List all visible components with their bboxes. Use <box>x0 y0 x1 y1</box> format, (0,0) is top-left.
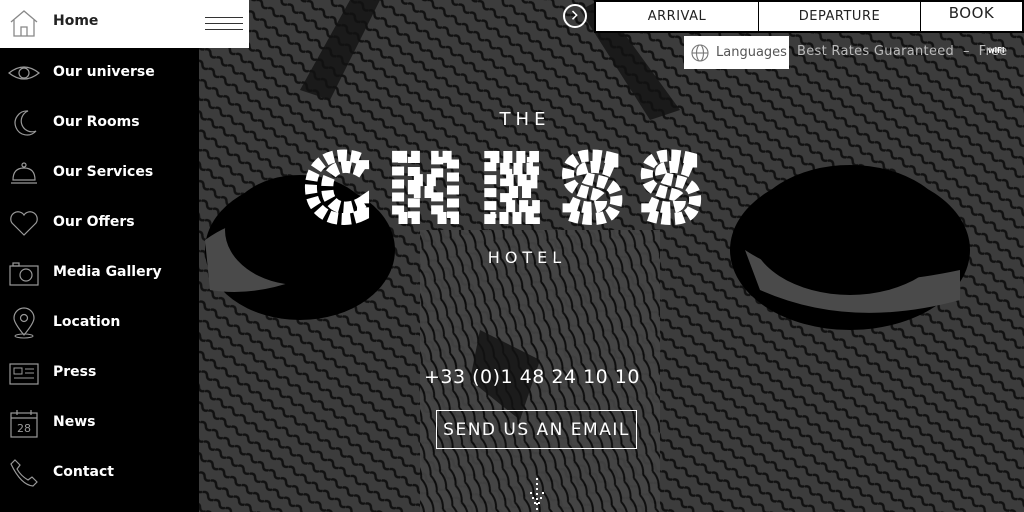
hamburger-menu-button[interactable] <box>205 17 243 33</box>
sidebar-item-label: Location <box>53 314 121 330</box>
scroll-down-icon[interactable] <box>521 476 553 512</box>
sidebar-item-label: Our Offers <box>53 214 135 230</box>
sidebar-item-contact[interactable]: Contact <box>0 448 199 498</box>
calendar-icon: 28 <box>10 410 38 438</box>
logo-the-text: THE <box>499 109 551 130</box>
book-button[interactable]: BOOK <box>921 0 1022 27</box>
map-pin-icon <box>13 307 35 339</box>
sidebar-item-our-universe[interactable]: Our universe <box>0 48 199 98</box>
service-bell-icon <box>11 162 37 184</box>
home-icon <box>10 10 38 37</box>
heart-icon <box>10 211 38 236</box>
sidebar-item-location[interactable]: Location <box>0 298 199 348</box>
calendar-day-text: 28 <box>17 422 31 435</box>
booking-bar: ARRIVAL DEPARTURE BOOK <box>594 0 1024 33</box>
sidebar-item-label: News <box>53 414 96 430</box>
departure-date-field[interactable]: DEPARTURE <box>759 2 921 31</box>
phone-number[interactable]: +33 (0)1 48 24 10 10 <box>0 366 1024 388</box>
sidebar-item-label: Our universe <box>53 64 155 80</box>
sidebar-item-label: Our Services <box>53 164 154 180</box>
hamburger-line <box>205 17 243 18</box>
send-email-button[interactable]: SEND US AN EMAIL <box>436 410 637 449</box>
chevron-right-icon[interactable] <box>563 4 587 28</box>
hamburger-line <box>205 23 243 24</box>
globe-icon <box>691 43 709 62</box>
sidebar-item-news[interactable]: 28 News <box>0 398 199 448</box>
sidebar-item-label: Contact <box>53 464 114 480</box>
eye-icon <box>8 66 40 80</box>
rates-text: Best Rates Guaranteed – Free <box>797 44 1008 59</box>
hamburger-line <box>205 29 243 30</box>
languages-label: Languages <box>716 45 787 60</box>
languages-button[interactable]: Languages <box>684 36 789 69</box>
arrival-date-field[interactable]: ARRIVAL <box>596 2 759 31</box>
logo-hotel-text: HOTEL <box>487 248 567 267</box>
wifi-badge: wiFi <box>988 46 1005 55</box>
sidebar-item-our-services[interactable]: Our Services <box>0 148 199 198</box>
phone-icon <box>10 459 38 487</box>
chess-logo: CHESS <box>301 146 724 228</box>
sidebar-item-label: Home <box>53 13 99 29</box>
sidebar-item-our-offers[interactable]: Our Offers <box>0 198 199 248</box>
chess-logo-text: CHESS <box>307 146 724 228</box>
